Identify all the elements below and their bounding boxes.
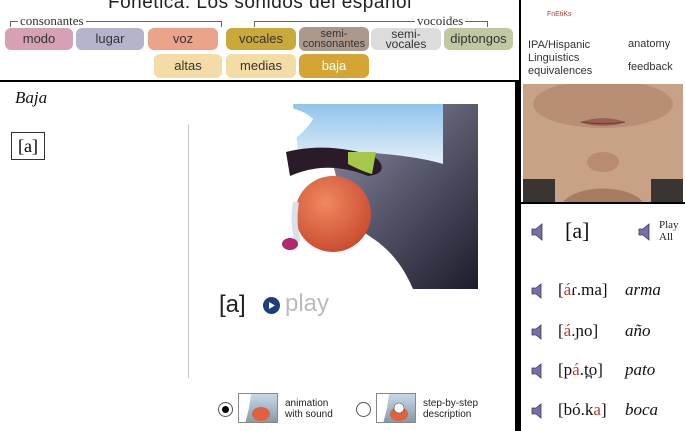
top-navigation: Fonética: Los sonidos del español conson… xyxy=(0,0,519,80)
tab-lugar[interactable]: lugar xyxy=(76,28,144,50)
speaker-icon[interactable] xyxy=(531,403,547,419)
tab-modo[interactable]: modo xyxy=(5,28,73,50)
tab-medias[interactable]: medias xyxy=(226,54,296,78)
phone-symbol: [a] xyxy=(565,218,590,243)
lip-shape xyxy=(282,238,298,250)
tab-semi-consonantes[interactable]: semi-consonantes xyxy=(299,27,369,51)
play-all-speaker-icon[interactable] xyxy=(637,222,655,242)
speaker-icon[interactable] xyxy=(531,283,547,299)
tab-vocales[interactable]: vocales xyxy=(226,28,296,50)
step-by-step-thumbnail[interactable] xyxy=(376,393,416,423)
vocal-tract-diagram xyxy=(238,104,478,289)
animation-radio[interactable] xyxy=(218,402,233,417)
page-title: Fonética: Los sonidos del español xyxy=(108,0,412,13)
example-word: año xyxy=(625,321,651,340)
speaker-video xyxy=(523,84,683,202)
sound-button-a[interactable]: [a] xyxy=(11,132,45,160)
ipa-equivalences-link[interactable]: IPA/Hispanic Linguistics equivalences xyxy=(528,39,606,78)
panel-divider xyxy=(188,124,189,378)
tab-baja[interactable]: baja xyxy=(299,54,369,78)
animation-thumbnail[interactable] xyxy=(238,393,278,423)
speaker-icon[interactable] xyxy=(531,324,547,340)
example-transcription: [pá.t̪o] xyxy=(558,360,603,379)
example-transcription: [á.ɲo] xyxy=(558,321,599,340)
speaker-icon[interactable] xyxy=(531,363,547,379)
consonants-group-label: consonantes xyxy=(18,13,86,29)
example-word: arma xyxy=(625,280,661,299)
app-window: Fonética: Los sonidos del español conson… xyxy=(0,0,685,431)
section-heading: Baja xyxy=(15,88,48,107)
tab-altas[interactable]: altas xyxy=(154,54,222,78)
example-transcription: [áɾ.ma] xyxy=(558,280,608,299)
play-all-button[interactable]: Play All xyxy=(659,219,685,243)
play-all-label: Play All xyxy=(659,219,679,243)
tab-semi-vocales[interactable]: semi-vocales xyxy=(371,28,441,50)
example-word: pato xyxy=(625,360,656,379)
anatomy-link[interactable]: anatomy xyxy=(628,38,670,51)
example-word: boca xyxy=(625,400,659,419)
play-button[interactable]: play xyxy=(285,290,329,318)
brand-logo: FnEtiKs xyxy=(547,11,572,18)
phone-symbol-label: [a] xyxy=(219,291,246,318)
tongue-shape xyxy=(295,176,371,252)
animation-option-label: animation with sound xyxy=(285,398,333,420)
example-transcription: [bó.ka] xyxy=(558,400,607,419)
step-by-step-option-label: step-by-step description xyxy=(423,398,479,420)
vowels-group-label: vocoides xyxy=(415,13,466,29)
feedback-link[interactable]: feedback xyxy=(628,61,673,74)
step-by-step-radio[interactable] xyxy=(356,402,371,417)
tab-diptongos[interactable]: diptongos xyxy=(444,28,513,50)
play-icon[interactable] xyxy=(263,297,280,314)
lower-teeth-shape xyxy=(291,201,301,243)
right-panel-divider xyxy=(521,202,685,204)
right-panel: FnEtiKs IPA/Hispanic Linguistics equival… xyxy=(521,0,685,431)
main-panel: Baja [a] [a] play animation with sound s… xyxy=(0,82,517,431)
tab-voz[interactable]: voz xyxy=(148,28,218,50)
speaker-icon[interactable] xyxy=(530,222,548,242)
